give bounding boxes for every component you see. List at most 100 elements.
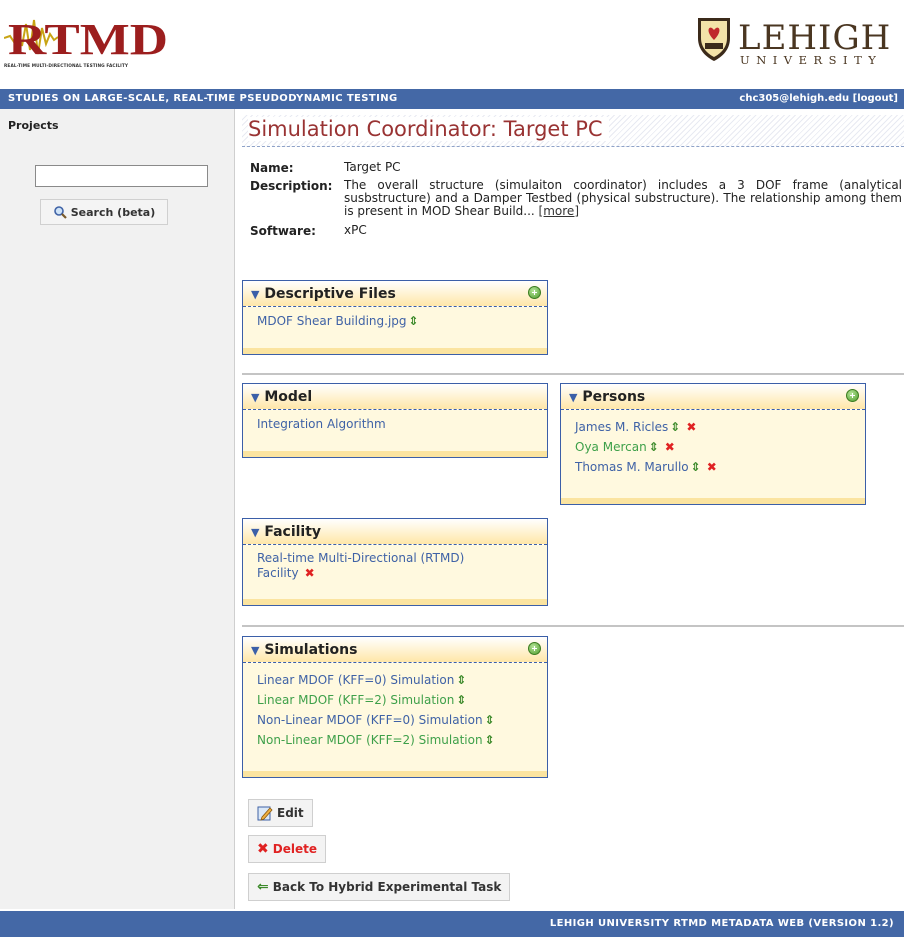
sidebar: Projects Search (beta) [0, 109, 235, 909]
page-title: Simulation Coordinator: Target PC [248, 117, 609, 141]
lehigh-logo[interactable]: LEHIGH UNIVERSITY [690, 14, 904, 74]
edit-button[interactable]: Edit [248, 799, 313, 827]
person-link[interactable]: James M. Ricles [575, 420, 668, 434]
list-item: Linear MDOF (KFF=0) Simulation ⇕ [257, 670, 533, 690]
facility-link[interactable]: Real-time Multi-Directional (RTMD) Facil… [257, 551, 464, 580]
red-x-icon[interactable]: ✖ [686, 420, 696, 434]
red-x-icon[interactable]: ✖ [707, 460, 717, 474]
lehigh-subtitle: UNIVERSITY [740, 53, 883, 67]
descriptive-files-panel: ▼ Descriptive Files MDOF Shear Building.… [242, 280, 548, 355]
pencil-page-icon [257, 806, 273, 821]
facility-body: Real-time Multi-Directional (RTMD) Facil… [243, 545, 513, 587]
up-down-arrow-icon[interactable]: ⇕ [485, 733, 495, 747]
lehigh-name: LEHIGH [738, 18, 892, 58]
facility-title: ▼ Facility [251, 524, 321, 540]
up-down-arrow-icon[interactable]: ⇕ [456, 673, 466, 687]
model-header[interactable]: ▼ Model [243, 384, 547, 410]
descriptive-files-header[interactable]: ▼ Descriptive Files [243, 281, 547, 307]
software-value: xPC [344, 223, 367, 237]
list-item: Non-Linear MDOF (KFF=0) Simulation ⇕ [257, 710, 533, 730]
projects-heading: Projects [8, 119, 59, 132]
model-body: Integration Algorithm [243, 410, 547, 439]
file-link[interactable]: MDOF Shear Building.jpg [257, 314, 407, 328]
collapse-triangle-icon: ▼ [251, 644, 260, 657]
person-link[interactable]: Thomas M. Marullo [575, 460, 689, 474]
site-tagline: STUDIES ON LARGE-SCALE, REAL-TIME PSEUDO… [8, 93, 398, 104]
add-icon[interactable] [846, 389, 859, 402]
search-input[interactable] [35, 165, 208, 187]
list-item: Linear MDOF (KFF=2) Simulation ⇕ [257, 690, 533, 710]
section-divider [242, 625, 904, 627]
red-x-icon: ✖ [257, 841, 269, 857]
rtmd-logo-graphic: RTMD [4, 14, 172, 60]
footer-text: LEHIGH UNIVERSITY RTMD METADATA WEB (VER… [549, 918, 894, 929]
model-title-text: Model [264, 389, 313, 405]
site-footer: LEHIGH UNIVERSITY RTMD METADATA WEB (VER… [0, 911, 904, 937]
back-button[interactable]: ⇐ Back To Hybrid Experimental Task [248, 873, 511, 901]
description-text: The overall structure (simulaiton coordi… [344, 178, 902, 218]
up-down-arrow-icon[interactable]: ⇕ [485, 713, 495, 727]
simulation-link[interactable]: Non-Linear MDOF (KFF=0) Simulation [257, 713, 483, 727]
site-header: RTMD REAL-TIME MULTI-DIRECTIONAL TESTING… [0, 0, 904, 88]
up-down-arrow-icon[interactable]: ⇕ [691, 460, 701, 474]
red-x-icon[interactable]: ✖ [665, 440, 675, 454]
collapse-triangle-icon: ▼ [251, 526, 260, 539]
user-info: chc305@lehigh.edu [logout] [739, 93, 898, 104]
add-icon[interactable] [528, 286, 541, 299]
person-link[interactable]: Oya Mercan [575, 440, 647, 454]
name-value: Target PC [284, 161, 902, 175]
logo-subtitle: REAL-TIME MULTI-DIRECTIONAL TESTING FACI… [4, 64, 129, 69]
delete-button-label: Delete [272, 842, 317, 856]
list-item: Real-time Multi-Directional (RTMD) Facil… [257, 551, 499, 581]
up-down-arrow-icon[interactable]: ⇕ [649, 440, 659, 454]
facility-title-text: Facility [264, 524, 322, 540]
simulations-header[interactable]: ▼ Simulations [243, 637, 547, 663]
persons-panel: ▼ Persons James M. Ricles ⇕ ✖ Oya Mercan ⇕ ✖… [560, 383, 866, 505]
top-bar: STUDIES ON LARGE-SCALE, REAL-TIME PSEUDO… [0, 89, 904, 109]
simulation-link[interactable]: Linear MDOF (KFF=2) Simulation [257, 693, 454, 707]
up-down-arrow-icon[interactable]: ⇕ [409, 314, 419, 328]
list-item: James M. Ricles ⇕ ✖ [575, 417, 851, 437]
simulations-panel: ▼ Simulations Linear MDOF (KFF=0) Simula… [242, 636, 548, 778]
persons-header[interactable]: ▼ Persons [561, 384, 865, 410]
simulation-link[interactable]: Non-Linear MDOF (KFF=2) Simulation [257, 733, 483, 747]
record-info: Name: Target PC Description: The overall… [250, 161, 902, 239]
panel-footer [243, 771, 547, 777]
red-x-icon[interactable]: ✖ [305, 566, 315, 580]
search-button[interactable]: Search (beta) [40, 199, 168, 225]
software-label: Software: [250, 224, 316, 238]
up-down-arrow-icon[interactable]: ⇕ [670, 420, 680, 434]
more-link[interactable]: [more] [539, 204, 579, 218]
magnifier-icon [53, 206, 67, 219]
rtmd-logo[interactable]: RTMD REAL-TIME MULTI-DIRECTIONAL TESTING… [4, 14, 172, 74]
add-icon[interactable] [528, 642, 541, 655]
simulation-link[interactable]: Linear MDOF (KFF=0) Simulation [257, 673, 454, 687]
delete-button[interactable]: ✖ Delete [248, 835, 326, 863]
panel-footer [243, 599, 547, 605]
facility-panel: ▼ Facility Real-time Multi-Directional (… [242, 518, 548, 606]
descriptive-files-title-text: Descriptive Files [264, 286, 396, 302]
description-value: The overall structure (simulaiton coordi… [344, 179, 902, 218]
facility-header[interactable]: ▼ Facility [243, 519, 547, 545]
section-divider [242, 373, 904, 375]
descriptive-files-body: MDOF Shear Building.jpg ⇕ [243, 307, 547, 336]
list-item: Thomas M. Marullo ⇕ ✖ [575, 457, 851, 477]
shield-icon [698, 18, 730, 61]
logout-link[interactable]: [logout] [853, 93, 898, 104]
model-title: ▼ Model [251, 389, 312, 405]
logo-wordmark: RTMD [8, 15, 168, 60]
model-link[interactable]: Integration Algorithm [257, 417, 386, 431]
persons-body: James M. Ricles ⇕ ✖ Oya Mercan ⇕ ✖ Thomas M.… [561, 410, 865, 483]
back-button-label: Back To Hybrid Experimental Task [272, 880, 502, 894]
collapse-triangle-icon: ▼ [569, 391, 578, 404]
persons-title-text: Persons [582, 389, 646, 405]
up-down-arrow-icon[interactable]: ⇕ [456, 693, 466, 707]
panel-footer [561, 498, 865, 504]
left-arrow-icon: ⇐ [257, 879, 269, 895]
panel-footer [243, 348, 547, 354]
list-item: MDOF Shear Building.jpg ⇕ [257, 313, 533, 330]
name-value-text: Target PC [344, 160, 401, 174]
collapse-triangle-icon: ▼ [251, 288, 260, 301]
model-panel: ▼ Model Integration Algorithm [242, 383, 548, 458]
edit-button-label: Edit [277, 806, 304, 820]
